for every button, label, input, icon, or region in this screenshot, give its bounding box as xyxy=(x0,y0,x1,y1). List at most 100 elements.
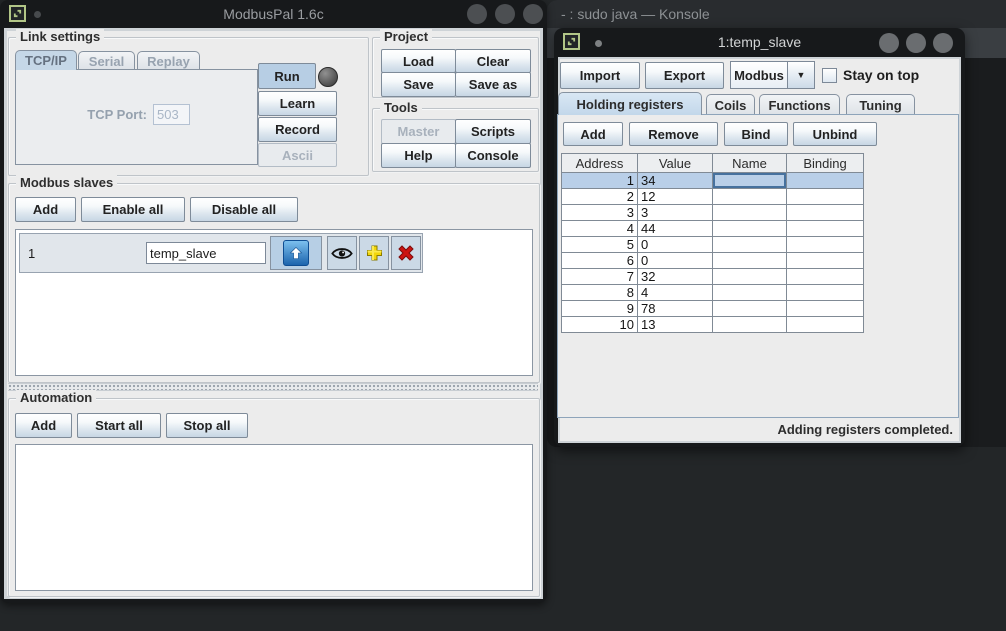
cell-value[interactable]: 78 xyxy=(638,301,713,317)
cell-name[interactable] xyxy=(713,237,787,253)
tab-tuning[interactable]: Tuning xyxy=(846,94,915,115)
cell-address[interactable]: 8 xyxy=(562,285,638,301)
cell-value[interactable]: 12 xyxy=(638,189,713,205)
register-bind-button[interactable]: Bind xyxy=(724,122,788,146)
table-row[interactable]: 978 xyxy=(562,301,864,317)
record-button[interactable]: Record xyxy=(258,117,337,142)
table-row[interactable]: 732 xyxy=(562,269,864,285)
automation-add-button[interactable]: Add xyxy=(15,413,72,438)
cell-address[interactable]: 2 xyxy=(562,189,638,205)
cell-value[interactable]: 4 xyxy=(638,285,713,301)
cell-address[interactable]: 10 xyxy=(562,317,638,333)
cell-value[interactable]: 32 xyxy=(638,269,713,285)
cell-address[interactable]: 3 xyxy=(562,205,638,221)
maximize-button[interactable] xyxy=(495,4,515,24)
disable-all-button-label: Disable all xyxy=(212,202,276,217)
cell-binding[interactable] xyxy=(787,301,864,317)
cell-name[interactable] xyxy=(713,221,787,237)
cell-binding[interactable] xyxy=(787,237,864,253)
cell-binding[interactable] xyxy=(787,205,864,221)
mode-combobox[interactable]: Modbus ▼ xyxy=(730,61,815,89)
cell-value[interactable]: 0 xyxy=(638,237,713,253)
cell-name[interactable] xyxy=(713,317,787,333)
modbuspal-titlebar[interactable]: ModbusPal 1.6c xyxy=(0,0,547,28)
tab-replay[interactable]: Replay xyxy=(137,51,200,70)
table-row[interactable]: 134 xyxy=(562,173,864,189)
cell-name[interactable] xyxy=(713,189,787,205)
cell-name[interactable] xyxy=(713,269,787,285)
konsole-titlebar[interactable]: - : sudo java — Konsole xyxy=(547,0,1006,28)
slave-name-input[interactable] xyxy=(146,242,266,264)
slave-delete-button[interactable] xyxy=(391,236,421,270)
cell-binding[interactable] xyxy=(787,269,864,285)
register-remove-button[interactable]: Remove xyxy=(629,122,718,146)
cell-value[interactable]: 34 xyxy=(638,173,713,189)
tab-holding-registers[interactable]: Holding registers xyxy=(558,92,702,115)
console-button[interactable]: Console xyxy=(455,143,531,168)
cell-binding[interactable] xyxy=(787,221,864,237)
cell-name[interactable] xyxy=(713,253,787,269)
slave-titlebar[interactable]: 1:temp_slave xyxy=(554,28,965,57)
load-button[interactable]: Load xyxy=(381,49,456,73)
tab-serial[interactable]: Serial xyxy=(78,51,135,70)
cell-value[interactable]: 0 xyxy=(638,253,713,269)
column-header-binding[interactable]: Binding xyxy=(787,154,864,173)
start-all-button[interactable]: Start all xyxy=(77,413,161,438)
disable-all-button[interactable]: Disable all xyxy=(190,197,298,222)
table-row[interactable]: 444 xyxy=(562,221,864,237)
table-row[interactable]: 84 xyxy=(562,285,864,301)
column-header-value[interactable]: Value xyxy=(638,154,713,173)
close-button[interactable] xyxy=(933,33,953,53)
cell-name[interactable] xyxy=(713,173,787,189)
cell-address[interactable]: 4 xyxy=(562,221,638,237)
stay-on-top-checkbox[interactable] xyxy=(822,68,837,83)
table-row[interactable]: 60 xyxy=(562,253,864,269)
slave-view-button[interactable] xyxy=(327,236,357,270)
enable-all-button[interactable]: Enable all xyxy=(81,197,185,222)
tab-coils[interactable]: Coils xyxy=(706,94,755,115)
close-button[interactable] xyxy=(523,4,543,24)
cell-address[interactable]: 5 xyxy=(562,237,638,253)
tab-tcpip[interactable]: TCP/IP xyxy=(15,50,77,70)
cell-binding[interactable] xyxy=(787,317,864,333)
cell-binding[interactable] xyxy=(787,173,864,189)
cell-name[interactable] xyxy=(713,205,787,221)
maximize-button[interactable] xyxy=(906,33,926,53)
slave-enable-toggle[interactable] xyxy=(270,236,322,270)
cell-name[interactable] xyxy=(713,301,787,317)
table-row[interactable]: 33 xyxy=(562,205,864,221)
register-unbind-button[interactable]: Unbind xyxy=(793,122,877,146)
cell-binding[interactable] xyxy=(787,253,864,269)
cell-binding[interactable] xyxy=(787,285,864,301)
cell-name[interactable] xyxy=(713,285,787,301)
cell-address[interactable]: 1 xyxy=(562,173,638,189)
stop-all-button[interactable]: Stop all xyxy=(166,413,248,438)
cell-address[interactable]: 7 xyxy=(562,269,638,285)
save-as-button[interactable]: Save as xyxy=(455,72,531,97)
register-add-button[interactable]: Add xyxy=(563,122,623,146)
cell-value[interactable]: 3 xyxy=(638,205,713,221)
cell-value[interactable]: 44 xyxy=(638,221,713,237)
export-button[interactable]: Export xyxy=(645,62,724,89)
column-header-address[interactable]: Address xyxy=(562,154,638,173)
minimize-button[interactable] xyxy=(467,4,487,24)
help-button[interactable]: Help xyxy=(381,143,456,168)
clear-button[interactable]: Clear xyxy=(455,49,531,73)
scripts-button[interactable]: Scripts xyxy=(455,119,531,144)
cell-binding[interactable] xyxy=(787,189,864,205)
save-button[interactable]: Save xyxy=(381,72,456,97)
cell-address[interactable]: 9 xyxy=(562,301,638,317)
slave-add-automation-button[interactable] xyxy=(359,236,389,270)
table-row[interactable]: 1013 xyxy=(562,317,864,333)
table-row[interactable]: 212 xyxy=(562,189,864,205)
tab-functions[interactable]: Functions xyxy=(759,94,840,115)
column-header-name[interactable]: Name xyxy=(713,154,787,173)
minimize-button[interactable] xyxy=(879,33,899,53)
table-row[interactable]: 50 xyxy=(562,237,864,253)
slaves-add-button[interactable]: Add xyxy=(15,197,76,222)
cell-address[interactable]: 6 xyxy=(562,253,638,269)
learn-button[interactable]: Learn xyxy=(258,91,337,116)
import-button[interactable]: Import xyxy=(560,62,640,89)
run-button[interactable]: Run xyxy=(258,63,316,89)
cell-value[interactable]: 13 xyxy=(638,317,713,333)
